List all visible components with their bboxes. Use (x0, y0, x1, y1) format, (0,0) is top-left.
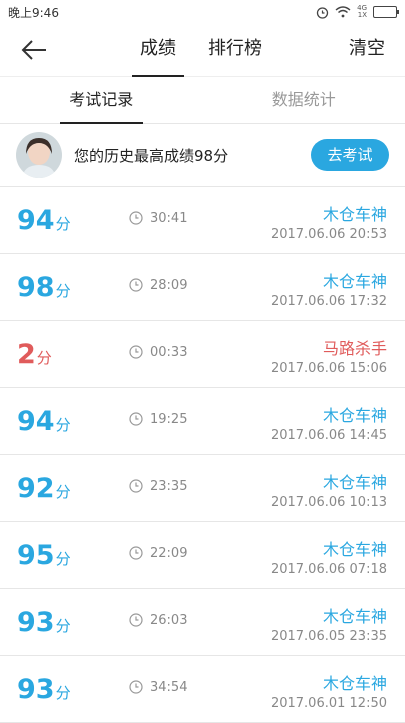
exam-record-list: 94分 30:41 木仓车神 2017.06.06 20:53 98分 28:0… (0, 187, 405, 723)
score-unit: 分 (56, 215, 71, 233)
score-unit: 分 (56, 483, 71, 501)
exam-record-row[interactable]: 93分 26:03 木仓车神 2017.06.05 23:35 (0, 589, 405, 656)
exam-date: 2017.06.06 20:53 (271, 227, 387, 242)
signal-1x: 1X (357, 12, 367, 19)
score-unit: 分 (56, 617, 71, 635)
avatar (16, 132, 62, 178)
rank-title: 木仓车神 (323, 603, 387, 627)
exam-date: 2017.06.01 12:50 (271, 696, 387, 711)
battery-icon (373, 6, 397, 18)
best-score-banner: 您的历史最高成绩98分 去考试 (0, 124, 405, 187)
best-score-text: 您的历史最高成绩98分 (74, 145, 311, 166)
score-unit: 分 (56, 282, 71, 300)
score-number: 94 (17, 205, 55, 236)
top-nav: 成绩 排行榜 清空 (0, 24, 405, 77)
exam-date: 2017.06.06 14:45 (271, 428, 387, 443)
signal-indicator: 4G 1X (357, 5, 367, 19)
score-unit: 分 (56, 684, 71, 702)
rank-title: 木仓车神 (323, 201, 387, 225)
score-value: 2分 (17, 339, 52, 370)
clock-icon (129, 546, 143, 560)
exam-record-row[interactable]: 98分 28:09 木仓车神 2017.06.06 17:32 (0, 254, 405, 321)
exam-duration: 26:03 (150, 613, 187, 628)
rank-title: 木仓车神 (323, 469, 387, 493)
clock-icon (129, 345, 143, 359)
exam-date: 2017.06.06 15:06 (271, 361, 387, 376)
score-number: 94 (17, 406, 55, 437)
exam-record-row[interactable]: 94分 19:25 木仓车神 2017.06.06 14:45 (0, 388, 405, 455)
exam-date: 2017.06.06 10:13 (271, 495, 387, 510)
rank-title: 马路杀手 (323, 335, 387, 359)
alarm-icon (316, 6, 329, 19)
tab-leaderboard[interactable]: 排行榜 (204, 24, 266, 76)
sub-tabs: 考试记录 数据统计 (0, 77, 405, 124)
rank-title: 木仓车神 (323, 536, 387, 560)
score-number: 2 (17, 339, 36, 370)
wifi-icon (335, 6, 351, 18)
exam-date: 2017.06.05 23:35 (271, 629, 387, 644)
rank-title: 木仓车神 (323, 268, 387, 292)
clock-icon (129, 278, 143, 292)
exam-duration: 34:54 (150, 680, 187, 695)
score-value: 94分 (17, 406, 71, 437)
clock-icon (129, 680, 143, 694)
status-time: 晚上9:46 (8, 4, 59, 21)
score-number: 93 (17, 674, 55, 705)
score-value: 93分 (17, 607, 71, 638)
exam-record-row[interactable]: 92分 23:35 木仓车神 2017.06.06 10:13 (0, 455, 405, 522)
exam-record-row[interactable]: 95分 22:09 木仓车神 2017.06.06 07:18 (0, 522, 405, 589)
rank-title: 木仓车神 (323, 402, 387, 426)
score-number: 92 (17, 473, 55, 504)
score-value: 98分 (17, 272, 71, 303)
exam-duration: 22:09 (150, 546, 187, 561)
back-arrow-icon[interactable] (20, 38, 48, 62)
status-bar: 晚上9:46 4G 1X (0, 0, 405, 24)
score-value: 92分 (17, 473, 71, 504)
score-value: 94分 (17, 205, 71, 236)
exam-record-row[interactable]: 93分 34:54 木仓车神 2017.06.01 12:50 (0, 656, 405, 723)
score-value: 95分 (17, 540, 71, 571)
clock-icon (129, 211, 143, 225)
score-unit: 分 (56, 550, 71, 568)
tab-exam-records[interactable]: 考试记录 (0, 77, 203, 123)
score-value: 93分 (17, 674, 71, 705)
top-tabs: 成绩 排行榜 (136, 24, 266, 76)
take-exam-button[interactable]: 去考试 (311, 139, 389, 171)
exam-duration: 19:25 (150, 412, 187, 427)
clear-button[interactable]: 清空 (349, 24, 385, 74)
status-icons: 4G 1X (316, 5, 397, 19)
rank-title: 木仓车神 (323, 670, 387, 694)
tab-scores[interactable]: 成绩 (136, 24, 180, 76)
exam-duration: 30:41 (150, 211, 187, 226)
exam-duration: 28:09 (150, 278, 187, 293)
exam-record-row[interactable]: 94分 30:41 木仓车神 2017.06.06 20:53 (0, 187, 405, 254)
exam-duration: 23:35 (150, 479, 187, 494)
exam-duration: 00:33 (150, 345, 187, 360)
score-number: 95 (17, 540, 55, 571)
tab-data-statistics[interactable]: 数据统计 (203, 77, 405, 123)
clock-icon (129, 479, 143, 493)
score-number: 93 (17, 607, 55, 638)
score-unit: 分 (37, 349, 52, 367)
exam-record-row[interactable]: 2分 00:33 马路杀手 2017.06.06 15:06 (0, 321, 405, 388)
exam-date: 2017.06.06 07:18 (271, 562, 387, 577)
score-number: 98 (17, 272, 55, 303)
clock-icon (129, 412, 143, 426)
exam-date: 2017.06.06 17:32 (271, 294, 387, 309)
score-unit: 分 (56, 416, 71, 434)
user-avatar-icon (16, 132, 62, 178)
clock-icon (129, 613, 143, 627)
